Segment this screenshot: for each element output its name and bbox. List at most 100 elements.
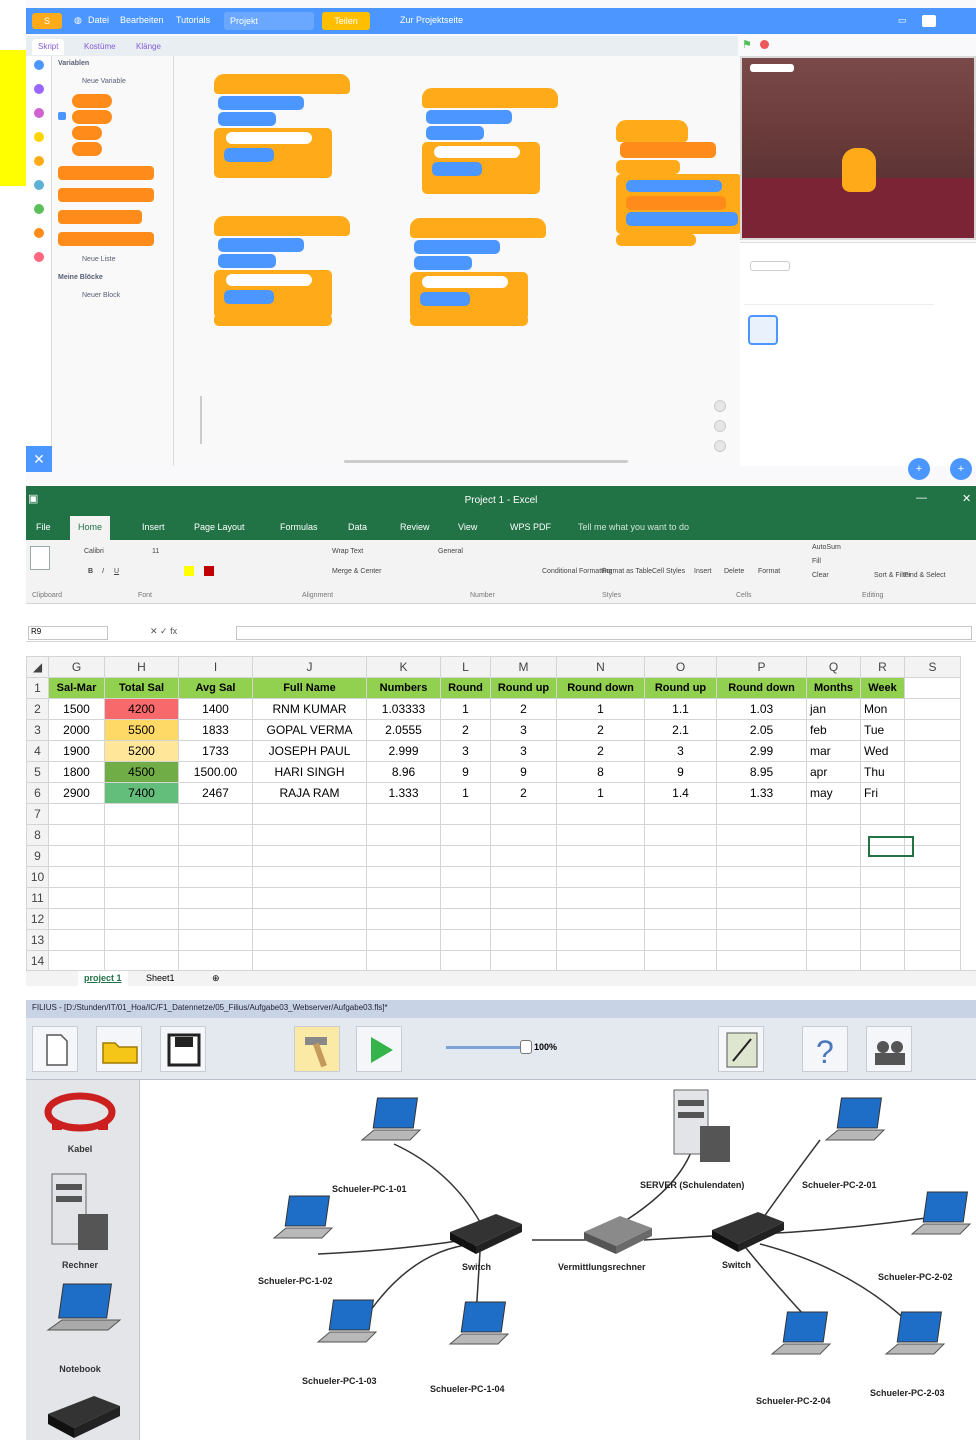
share-button[interactable]: Teilen	[322, 12, 370, 30]
table-cell[interactable]	[644, 908, 717, 930]
table-cell[interactable]: Round up	[490, 677, 557, 699]
tab-home[interactable]: Home	[70, 516, 111, 540]
table-cell[interactable]: 2	[490, 698, 557, 720]
speed-slider[interactable]	[446, 1046, 526, 1049]
table-cell[interactable]	[48, 950, 105, 972]
column-header[interactable]: G	[48, 656, 105, 678]
column-header[interactable]: I	[178, 656, 253, 678]
row-header[interactable]: 6	[26, 782, 49, 804]
table-cell[interactable]	[366, 887, 441, 909]
column-header[interactable]: Q	[806, 656, 861, 678]
table-cell[interactable]: Round	[440, 677, 491, 699]
table-cell[interactable]: 2	[556, 740, 645, 762]
set-variable-block[interactable]	[620, 142, 716, 158]
table-cell[interactable]: 2.999	[366, 740, 441, 762]
table-cell[interactable]	[904, 803, 961, 825]
table-cell[interactable]	[904, 887, 961, 909]
table-cell[interactable]: 4500	[104, 761, 179, 783]
table-cell[interactable]	[644, 803, 717, 825]
table-cell[interactable]: Round up	[644, 677, 717, 699]
row-header[interactable]: 5	[26, 761, 49, 783]
wrap-text-button[interactable]: Wrap Text	[332, 548, 363, 555]
tab-code[interactable]: Skript	[32, 39, 65, 55]
table-cell[interactable]: Wed	[860, 740, 905, 762]
table-cell[interactable]: 2.05	[716, 719, 807, 741]
table-cell[interactable]	[252, 845, 367, 867]
bold-button[interactable]: B	[88, 568, 93, 575]
save-icon[interactable]: ▣	[28, 492, 38, 505]
table-cell[interactable]	[48, 803, 105, 825]
table-cell[interactable]	[366, 866, 441, 888]
category-sensing[interactable]	[34, 180, 44, 190]
project-title-field[interactable]: Projekt	[224, 12, 314, 30]
new-file-button[interactable]	[32, 1026, 78, 1072]
scrollbar[interactable]	[200, 396, 202, 444]
new-block-button[interactable]: Neuer Block	[82, 292, 120, 299]
change-variable-block[interactable]	[58, 188, 154, 202]
table-cell[interactable]	[252, 824, 367, 846]
hat-block[interactable]	[410, 218, 546, 238]
row-header[interactable]: 11	[26, 887, 49, 909]
set-variable-block[interactable]	[58, 166, 154, 180]
table-cell[interactable]	[490, 887, 557, 909]
table-cell[interactable]: jan	[806, 698, 861, 720]
scrollbar[interactable]	[344, 460, 628, 463]
table-cell[interactable]	[904, 698, 961, 720]
help-button[interactable]: ?	[802, 1026, 848, 1072]
table-cell[interactable]	[490, 866, 557, 888]
table-cell[interactable]	[178, 803, 253, 825]
notebook-icon[interactable]	[44, 1280, 124, 1352]
table-cell[interactable]	[490, 803, 557, 825]
table-cell[interactable]	[644, 950, 717, 972]
laptop-icon[interactable]	[820, 1094, 890, 1154]
table-cell[interactable]	[178, 887, 253, 909]
font-color-icon[interactable]	[204, 566, 214, 576]
table-cell[interactable]: 1	[556, 782, 645, 804]
table-cell[interactable]	[644, 929, 717, 951]
table-cell[interactable]	[178, 824, 253, 846]
table-cell[interactable]	[178, 929, 253, 951]
table-cell[interactable]	[252, 803, 367, 825]
table-cell[interactable]: 9	[644, 761, 717, 783]
tab-insert[interactable]: Insert	[142, 522, 165, 532]
table-cell[interactable]: JOSEPH PAUL	[252, 740, 367, 762]
stage[interactable]	[740, 56, 976, 240]
table-cell[interactable]: 1500	[48, 698, 105, 720]
table-cell[interactable]	[556, 803, 645, 825]
format-as-table-button[interactable]: Format as Table	[602, 568, 652, 575]
table-cell[interactable]: 1.333	[366, 782, 441, 804]
format-cells-button[interactable]: Format	[758, 568, 780, 575]
select-all-corner[interactable]: ◢	[26, 656, 49, 678]
table-cell[interactable]: Thu	[860, 761, 905, 783]
table-cell[interactable]	[904, 719, 961, 741]
table-cell[interactable]	[178, 950, 253, 972]
table-cell[interactable]	[252, 866, 367, 888]
table-cell[interactable]: 1.03333	[366, 698, 441, 720]
table-cell[interactable]	[490, 908, 557, 930]
sprite-thumbnail[interactable]	[748, 315, 778, 345]
table-cell[interactable]	[556, 866, 645, 888]
table-cell[interactable]: 1.4	[644, 782, 717, 804]
clear-button[interactable]: Clear	[812, 572, 829, 579]
table-cell[interactable]	[904, 866, 961, 888]
checkbox-icon[interactable]	[58, 112, 66, 120]
tab-sounds[interactable]: Klänge	[130, 39, 167, 55]
table-cell[interactable]: 9	[490, 761, 557, 783]
network-canvas[interactable]: Schueler-PC-1-01 Schueler-PC-1-02 Schuel…	[140, 1080, 976, 1440]
table-cell[interactable]	[366, 803, 441, 825]
column-header[interactable]: S	[904, 656, 961, 678]
table-cell[interactable]	[104, 824, 179, 846]
scratch-logo[interactable]: S	[32, 13, 62, 29]
table-cell[interactable]: 8.96	[366, 761, 441, 783]
table-cell[interactable]	[104, 866, 179, 888]
table-cell[interactable]: 8	[556, 761, 645, 783]
formula-input[interactable]	[236, 626, 972, 640]
autosum-button[interactable]: AutoSum	[812, 544, 841, 551]
add-sheet-icon[interactable]: ⊕	[206, 971, 226, 987]
table-cell[interactable]: feb	[806, 719, 861, 741]
category-sound[interactable]	[34, 108, 44, 118]
row-header[interactable]: 3	[26, 719, 49, 741]
table-cell[interactable]	[178, 845, 253, 867]
motion-block[interactable]	[414, 256, 472, 270]
hide-variable-block[interactable]	[58, 232, 154, 246]
